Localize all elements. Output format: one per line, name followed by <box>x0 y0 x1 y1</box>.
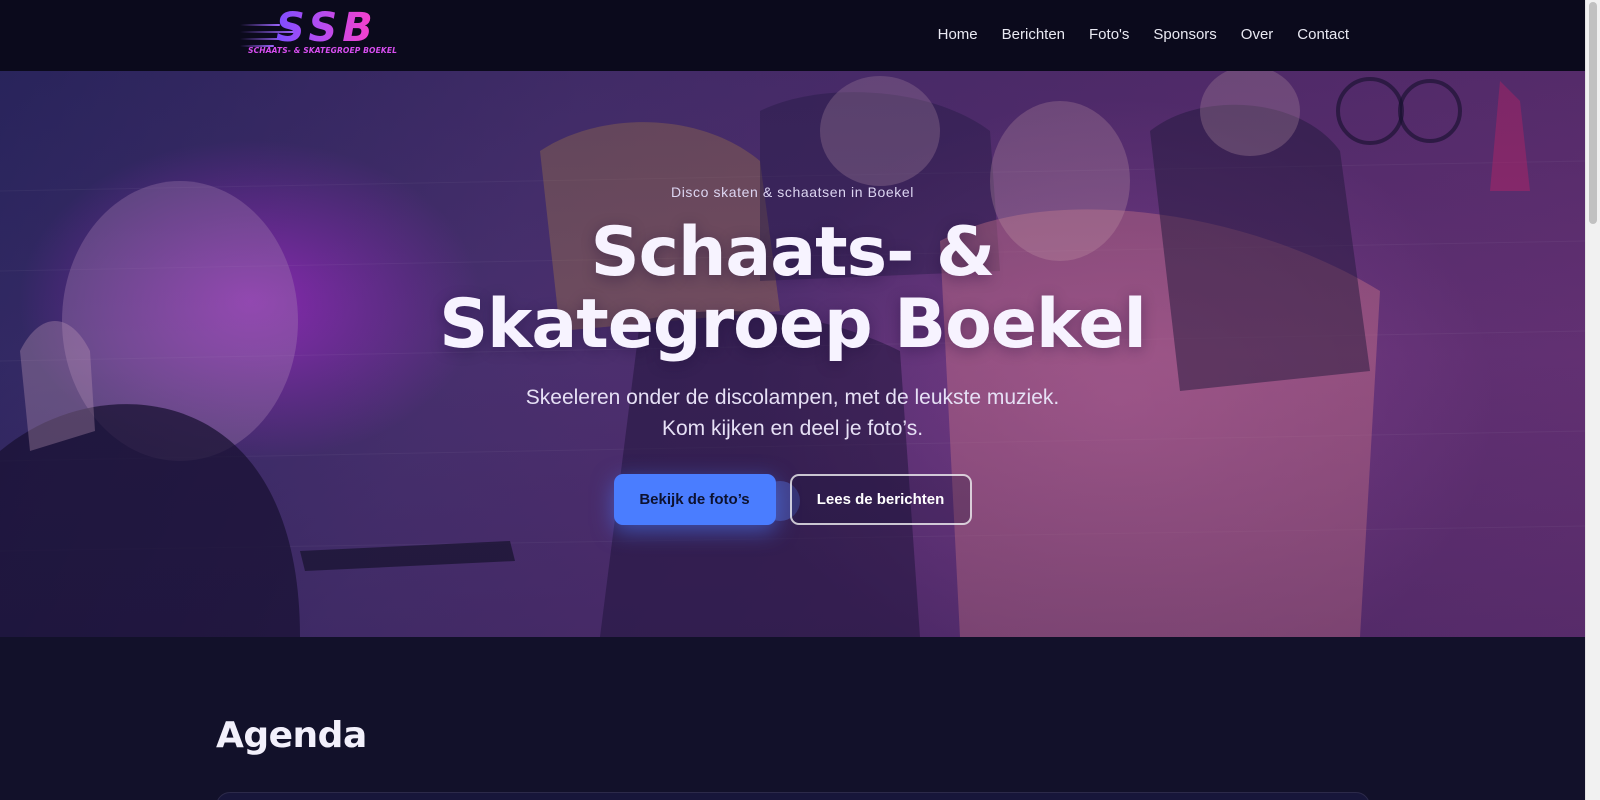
site-header: SSB SCHAATS- & SKATEGROEP BOEKEL Home Be… <box>0 0 1585 71</box>
hero-title: Schaats- & Skategroep Boekel <box>0 217 1585 361</box>
main-nav: Home Berichten Foto's Sponsors Over Cont… <box>938 24 1349 46</box>
ssb-logo[interactable]: SSB SCHAATS- & SKATEGROEP BOEKEL <box>240 6 398 58</box>
logo-letters: SSB <box>276 5 378 51</box>
read-posts-button[interactable]: Lees de berichten <box>789 474 972 525</box>
nav-fotos[interactable]: Foto's <box>1089 24 1129 46</box>
hero-subtitle-line-2: Kom kijken en deel je foto’s. <box>661 417 924 440</box>
page-scrollbar[interactable] <box>1585 0 1600 800</box>
nav-home[interactable]: Home <box>938 24 978 46</box>
hero-subtitle-line-1: Skeeleren onder de discolampen, met de l… <box>525 386 1060 409</box>
hero-title-line-1: Schaats- & <box>590 213 996 292</box>
hero-section: Disco skaten & schaatsen in Boekel Schaa… <box>0 71 1585 637</box>
nav-over[interactable]: Over <box>1241 24 1274 46</box>
nav-contact[interactable]: Contact <box>1297 24 1349 46</box>
view-photos-button[interactable]: Bekijk de foto’s <box>613 474 776 525</box>
page: SSB SCHAATS- & SKATEGROEP BOEKEL Home Be… <box>0 0 1600 800</box>
agenda-section: Agenda <box>0 637 1585 800</box>
scrollbar-thumb[interactable] <box>1589 2 1597 224</box>
agenda-title: Agenda <box>216 715 367 756</box>
hero-title-line-2: Skategroep Boekel <box>439 285 1147 364</box>
logo-tagline: SCHAATS- & SKATEGROEP BOEKEL <box>248 46 398 55</box>
hero-subtitle: Skeeleren onder de discolampen, met de l… <box>0 382 1585 444</box>
hero-content: Disco skaten & schaatsen in Boekel Schaa… <box>0 71 1585 637</box>
hero-buttons: Bekijk de foto’s Lees de berichten <box>0 474 1585 525</box>
hero-eyebrow: Disco skaten & schaatsen in Boekel <box>671 184 914 200</box>
agenda-card <box>216 792 1370 800</box>
nav-berichten[interactable]: Berichten <box>1002 24 1065 46</box>
nav-sponsors[interactable]: Sponsors <box>1153 24 1216 46</box>
